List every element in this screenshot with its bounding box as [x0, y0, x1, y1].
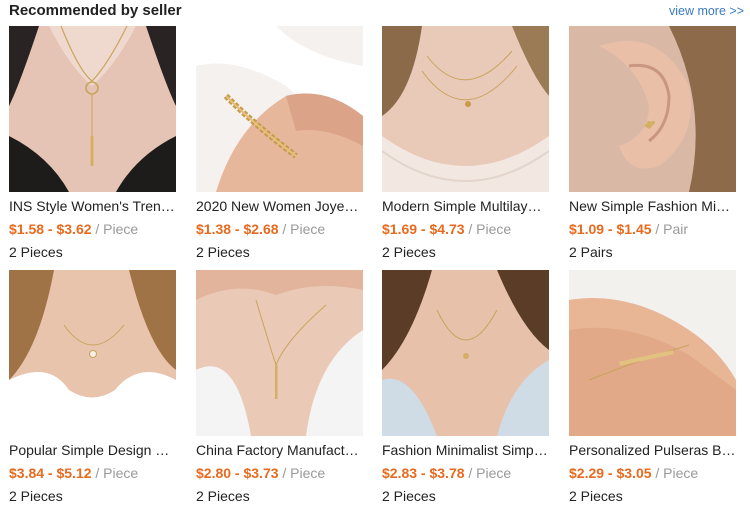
necklace-image: [382, 270, 549, 436]
product-name[interactable]: Fashion Minimalist Simp…: [382, 442, 549, 459]
product-name[interactable]: China Factory Manufact…: [196, 442, 363, 459]
product-price-row: $1.69 - $4.73 / Piece: [382, 221, 549, 238]
product-card[interactable]: China Factory Manufact… $2.80 - $3.73 / …: [196, 270, 363, 505]
earring-image: [569, 26, 736, 192]
product-unit: / Piece: [95, 465, 139, 481]
product-card[interactable]: Fashion Minimalist Simp… $2.83 - $3.78 /…: [382, 270, 549, 505]
product-price: $2.29 - $3.05: [569, 465, 652, 481]
product-price-row: $3.84 - $5.12 / Piece: [9, 465, 176, 482]
product-price-row: $2.83 - $3.78 / Piece: [382, 465, 549, 482]
product-card[interactable]: Popular Simple Design … $3.84 - $5.12 / …: [9, 270, 176, 505]
product-price: $3.84 - $5.12: [9, 465, 92, 481]
product-price-row: $1.09 - $1.45 / Pair: [569, 221, 736, 238]
product-name[interactable]: New Simple Fashion Mi…: [569, 198, 736, 215]
product-min-order: 2 Pieces: [382, 488, 436, 504]
product-card[interactable]: INS Style Women's Tren… $1.58 - $3.62 / …: [9, 26, 176, 261]
product-name[interactable]: Modern Simple Multilaye…: [382, 198, 549, 215]
product-image[interactable]: [382, 270, 549, 436]
product-price-row: $2.80 - $3.73 / Piece: [196, 465, 363, 482]
product-price: $2.83 - $3.78: [382, 465, 465, 481]
product-unit: / Piece: [282, 221, 326, 237]
product-min-order: 2 Pieces: [382, 244, 436, 260]
product-name[interactable]: Popular Simple Design …: [9, 442, 176, 459]
product-image[interactable]: [196, 270, 363, 436]
view-more-link[interactable]: view more >>: [669, 4, 744, 18]
product-min-order: 2 Pairs: [569, 244, 613, 260]
product-min-order: 2 Pieces: [9, 244, 63, 260]
product-image[interactable]: [569, 270, 736, 436]
product-price-row: $1.38 - $2.68 / Piece: [196, 221, 363, 238]
necklace-image: [382, 26, 549, 192]
product-price: $2.80 - $3.73: [196, 465, 279, 481]
product-unit: / Piece: [282, 465, 326, 481]
product-price: $1.69 - $4.73: [382, 221, 465, 237]
product-price: $1.09 - $1.45: [569, 221, 652, 237]
product-image[interactable]: [382, 26, 549, 192]
product-unit: / Piece: [655, 465, 699, 481]
product-image[interactable]: [569, 26, 736, 192]
product-card[interactable]: Personalized Pulseras B… $2.29 - $3.05 /…: [569, 270, 736, 505]
necklace-image: [196, 270, 363, 436]
product-image[interactable]: [196, 26, 363, 192]
product-unit: / Piece: [468, 465, 512, 481]
section-title: Recommended by seller: [9, 2, 182, 19]
product-min-order: 2 Pieces: [196, 244, 250, 260]
product-price-row: $1.58 - $3.62 / Piece: [9, 221, 176, 238]
product-name[interactable]: INS Style Women's Tren…: [9, 198, 176, 215]
product-min-order: 2 Pieces: [196, 488, 250, 504]
product-image[interactable]: [9, 270, 176, 436]
product-card[interactable]: New Simple Fashion Mi… $1.09 - $1.45 / P…: [569, 26, 736, 261]
product-name[interactable]: Personalized Pulseras B…: [569, 442, 736, 459]
product-unit: / Pair: [655, 221, 689, 237]
necklace-image: [9, 26, 176, 192]
product-price-row: $2.29 - $3.05 / Piece: [569, 465, 736, 482]
product-unit: / Piece: [95, 221, 139, 237]
product-card[interactable]: Modern Simple Multilaye… $1.69 - $4.73 /…: [382, 26, 549, 261]
product-min-order: 2 Pieces: [9, 488, 63, 504]
bracelet-image: [196, 26, 363, 192]
recommended-header: Recommended by seller view more >>: [0, 0, 750, 24]
product-unit: / Piece: [468, 221, 512, 237]
product-min-order: 2 Pieces: [569, 488, 623, 504]
product-image[interactable]: [9, 26, 176, 192]
product-price: $1.58 - $3.62: [9, 221, 92, 237]
necklace-image: [9, 270, 176, 436]
product-name[interactable]: 2020 New Women Joyer…: [196, 198, 363, 215]
bracelet-image: [569, 270, 736, 436]
product-price: $1.38 - $2.68: [196, 221, 279, 237]
product-card[interactable]: 2020 New Women Joyer… $1.38 - $2.68 / Pi…: [196, 26, 363, 261]
